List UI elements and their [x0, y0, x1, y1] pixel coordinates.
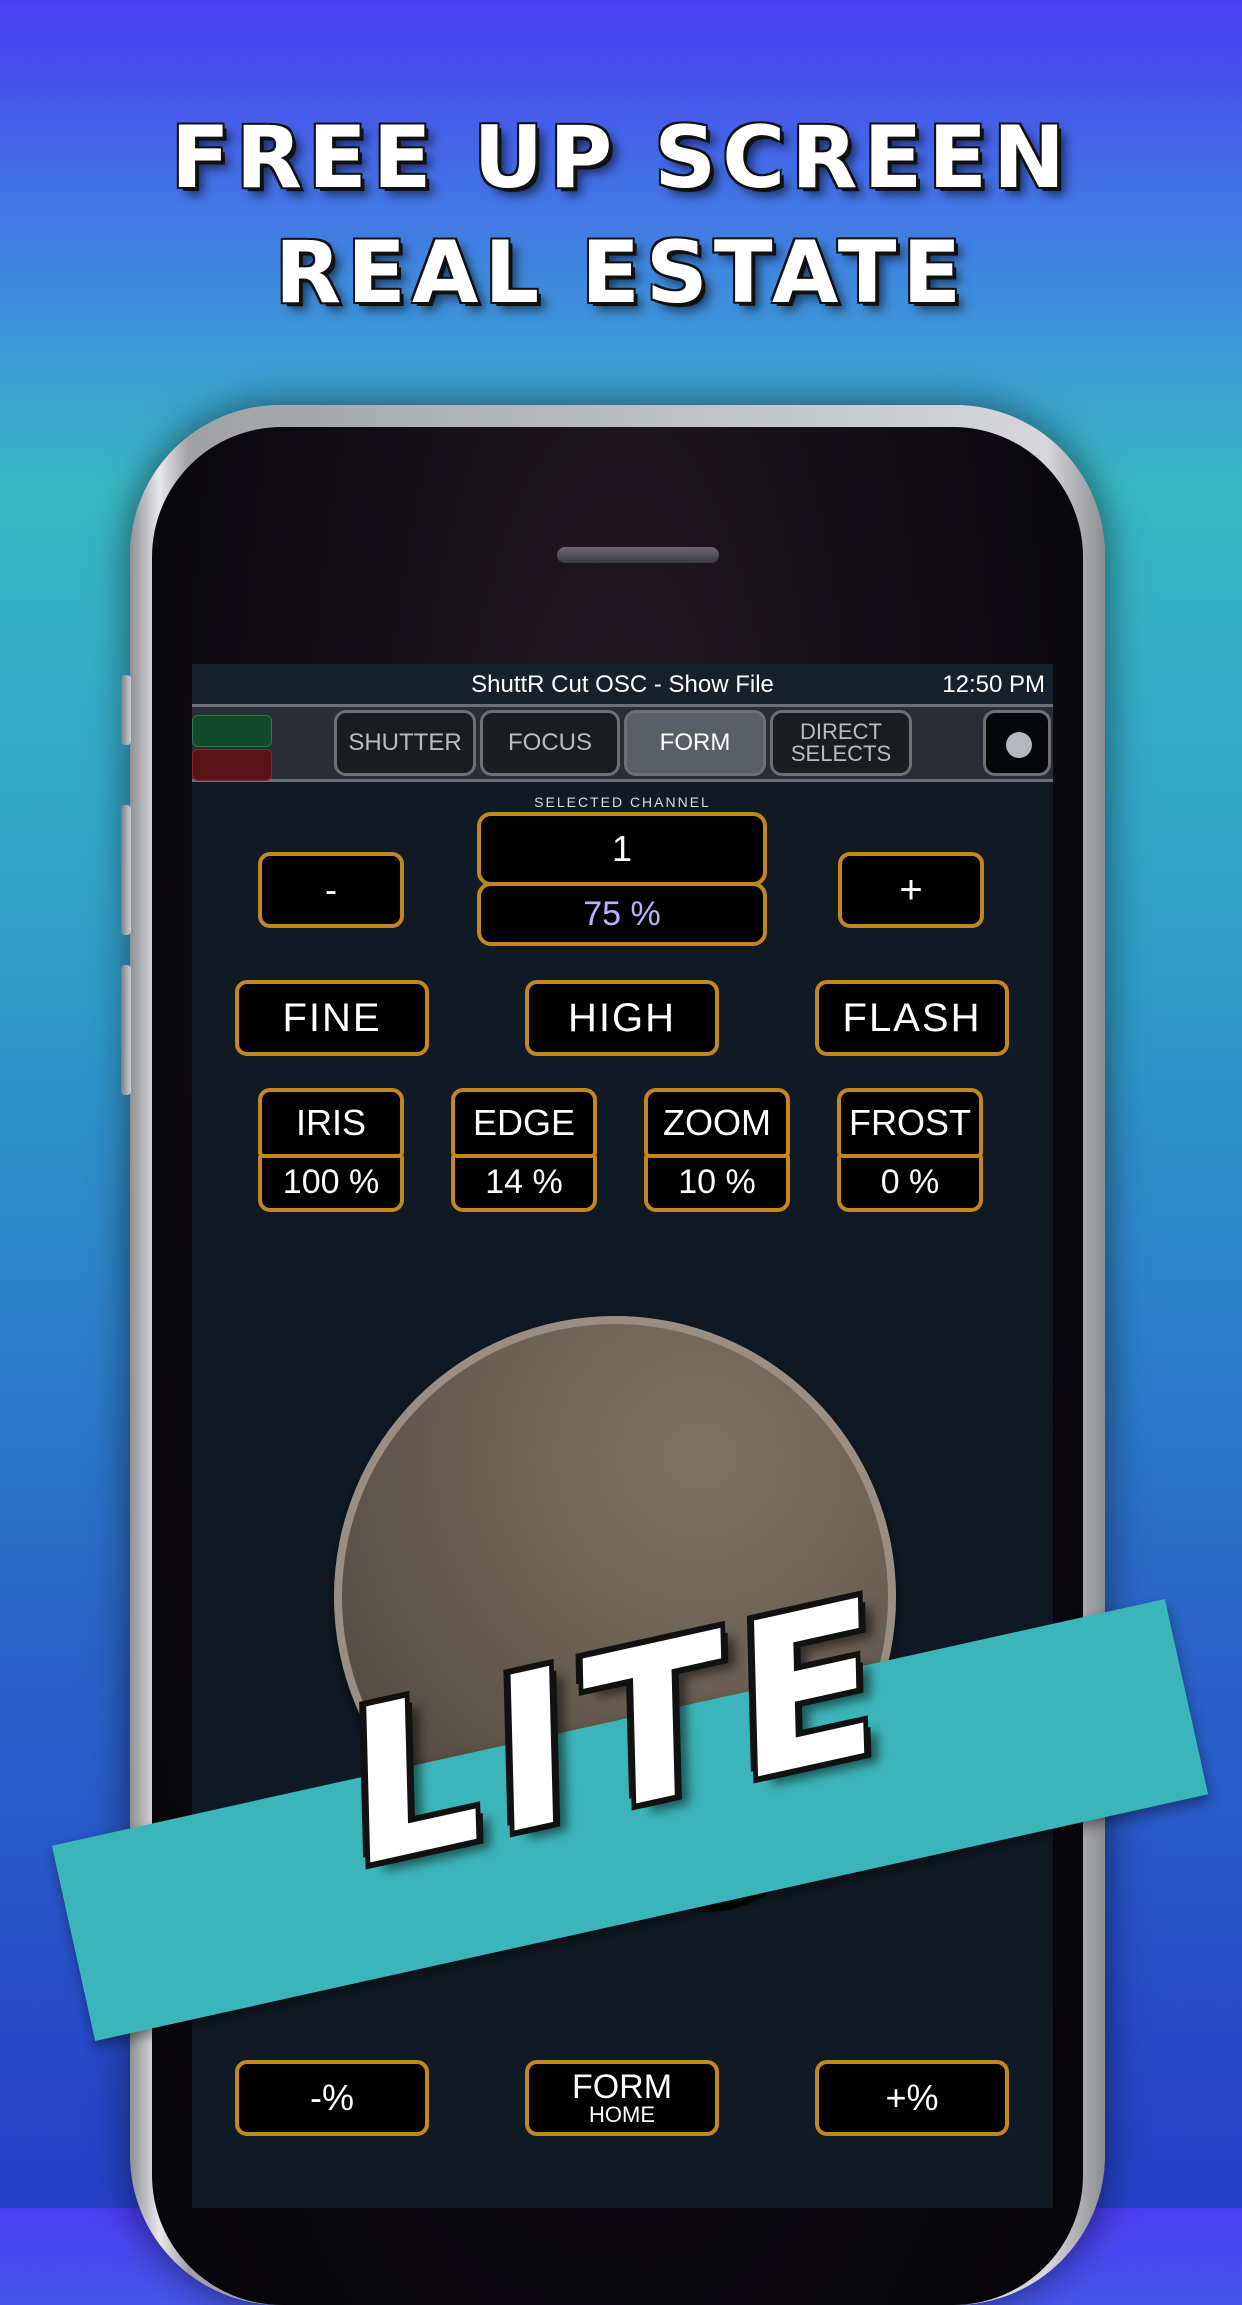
channel-minus-button[interactable]: - [258, 852, 404, 928]
tab-form[interactable]: FORM [624, 710, 766, 776]
connection-indicator-green [192, 715, 272, 747]
tab-direct-selects[interactable]: DIRECT SELECTS [770, 710, 912, 776]
tab-focus[interactable]: FOCUS [480, 710, 620, 776]
edge-value: 14 % [451, 1152, 597, 1212]
channel-plus-button[interactable]: + [838, 852, 984, 928]
form-home-sublabel: HOME [589, 2102, 655, 2127]
tab-bar: SHUTTER FOCUS FORM DIRECT SELECTS [192, 704, 1053, 782]
selected-channel-number[interactable]: 1 [477, 812, 767, 886]
fine-button[interactable]: FINE [235, 980, 429, 1056]
phone-mute-switch [121, 675, 131, 745]
tab-shutter[interactable]: SHUTTER [334, 710, 476, 776]
record-dot-icon [1006, 732, 1032, 758]
zoom-button[interactable]: ZOOM [644, 1088, 790, 1158]
form-home-button[interactable]: FORM HOME [525, 2060, 719, 2136]
status-bar: ShuttR Cut OSC - Show File 12:50 PM [192, 664, 1053, 704]
record-button[interactable] [983, 710, 1051, 776]
phone-volume-up [121, 805, 131, 935]
decrease-percent-button[interactable]: -% [235, 2060, 429, 2136]
app-title: ShuttR Cut OSC - Show File [471, 671, 774, 698]
frost-button[interactable]: FROST [837, 1088, 983, 1158]
headline-line-1: FREE UP SCREEN [171, 108, 1071, 208]
flash-button[interactable]: FLASH [815, 980, 1009, 1056]
edge-button[interactable]: EDGE [451, 1088, 597, 1158]
high-button[interactable]: HIGH [525, 980, 719, 1056]
frost-value: 0 % [837, 1152, 983, 1212]
status-time: 12:50 PM [942, 671, 1045, 698]
channel-level: 75 % [477, 882, 767, 946]
selected-channel-label: SELECTED CHANNEL [534, 794, 711, 810]
phone-speaker [557, 547, 719, 563]
form-home-label: FORM [571, 2068, 673, 2106]
headline-line-2: REAL ESTATE [274, 223, 968, 323]
iris-button[interactable]: IRIS [258, 1088, 404, 1158]
phone-volume-down [121, 965, 131, 1095]
iris-value: 100 % [258, 1152, 404, 1212]
connection-indicator-red [192, 749, 272, 781]
zoom-value: 10 % [644, 1152, 790, 1212]
increase-percent-button[interactable]: +% [815, 2060, 1009, 2136]
